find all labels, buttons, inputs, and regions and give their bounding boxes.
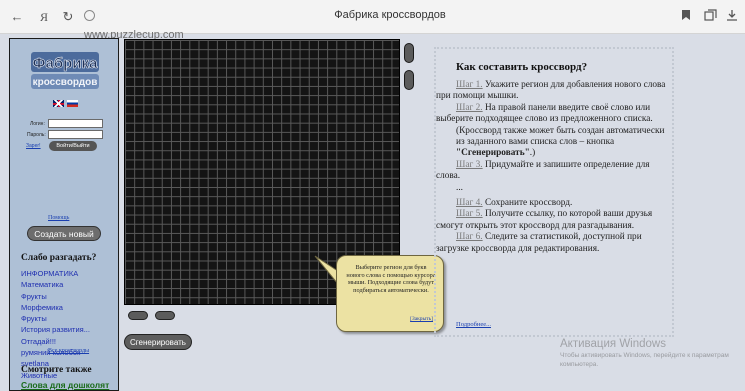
password-input[interactable] [48, 130, 103, 139]
grid-expand-left-handle[interactable] [155, 311, 175, 320]
page-tab-title: Фабрика кроссвордов [334, 9, 446, 21]
tooltip: Выберите регион для букв нового слова с … [314, 255, 444, 332]
crossword-link[interactable]: Фрукты [21, 313, 117, 324]
create-new-button[interactable]: Создать новый [27, 226, 101, 241]
weak-to-solve-heading: Слабо разгадать? [21, 253, 97, 263]
step-1-link[interactable]: Шаг 1. [436, 80, 483, 90]
crossword-link[interactable]: ИНФОРМАТИКА [21, 268, 117, 279]
grid-shrink-up-handle[interactable] [404, 70, 414, 90]
bookmark-icon[interactable] [678, 9, 694, 25]
windows-activation-title: Активация Windows [560, 338, 666, 350]
crossword-link[interactable]: История развития... [21, 324, 117, 335]
step-2-link[interactable]: Шаг 2. [436, 103, 483, 113]
login-label: Логин: [30, 121, 45, 127]
crossword-link[interactable]: Отгадай!!! [21, 336, 117, 347]
help-link[interactable]: Помощь [48, 215, 69, 221]
tooltip-text: Выберите регион для букв нового слова с … [346, 264, 436, 295]
yandex-logo-icon[interactable]: Я [36, 9, 52, 25]
step-6-link[interactable]: Шаг 6. [436, 232, 483, 242]
login-input[interactable] [48, 119, 103, 128]
step-4: Шаг 4. Сохраните кроссворд. [436, 198, 672, 209]
more-link[interactable]: Подробнее... [456, 321, 491, 328]
logo-text-top: Фабрика [33, 55, 98, 72]
logo-text-bottom: кроссвордов [33, 77, 98, 88]
password-label: Пароль: [27, 132, 46, 138]
crossword-link[interactable]: Фрукты [21, 291, 117, 302]
step-3: Шаг 3. Придумайте и запишите определение… [436, 159, 650, 182]
preschool-words-link[interactable]: Слова для дошколят [21, 380, 109, 390]
windows-activation-text: Чтобы активировать Windows, перейдите к … [560, 352, 729, 368]
collections-icon[interactable] [702, 9, 718, 25]
back-arrow-icon[interactable]: ← [9, 9, 25, 25]
step-6: Шаг 6. Следите за статистикой, доступной… [436, 232, 642, 254]
all-crosswords-link[interactable]: Все кроссворды [48, 348, 89, 354]
step-5-link[interactable]: Шаг 5. [436, 209, 483, 219]
russian-flag-icon[interactable] [67, 100, 78, 107]
crossword-link[interactable]: Морфемика [21, 302, 117, 313]
english-flag-icon[interactable] [53, 100, 64, 107]
instructions-body: Шаг 1. Укажите регион для добавления нов… [436, 80, 672, 255]
site-logo[interactable]: Фабрика кроссвордов [24, 47, 106, 97]
browser-toolbar: ← Я ↻ www.puzzlecup.com Фабрика кроссвор… [0, 0, 745, 41]
tooltip-close-link[interactable]: [Закрыть] [410, 316, 433, 324]
see-also-heading: Смотрите также [21, 365, 92, 375]
reload-icon[interactable]: ↻ [60, 9, 76, 25]
tooltip-box: Выберите регион для букв нового слова с … [336, 255, 444, 332]
step-3-link[interactable]: Шаг 3. [436, 160, 483, 170]
generate-note: (Кроссворд также может быть создан автом… [456, 125, 665, 159]
step-2: Шаг 2. На правой панели введите своё сло… [436, 102, 653, 125]
address-bar[interactable]: www.puzzlecup.com [84, 8, 194, 41]
register-link[interactable]: Зарег! [26, 143, 41, 149]
grid-shrink-left-handle[interactable] [128, 311, 148, 320]
login-button[interactable]: Войти/Выйти [49, 141, 97, 151]
language-switcher [53, 100, 79, 108]
step-5: Шаг 5. Получите ссылку, по которой ваши … [436, 209, 653, 231]
download-icon[interactable] [724, 9, 740, 25]
generate-button[interactable]: Сгенерировать [124, 334, 192, 350]
step-1: Шаг 1. Укажите регион для добавления нов… [436, 80, 666, 102]
grid-expand-up-handle[interactable] [404, 43, 414, 63]
globe-icon [84, 10, 95, 21]
instructions-panel: Как составить кроссворд? Шаг 1. Укажите … [434, 47, 674, 337]
instructions-title: Как составить кроссворд? [456, 61, 588, 73]
crossword-link[interactable]: Математика [21, 279, 117, 290]
step-4-link[interactable]: Шаг 4. [436, 198, 483, 208]
ellipsis: ... [456, 182, 463, 193]
left-sidebar: Фабрика кроссвордов Логин: Пароль: Зарег… [9, 38, 119, 391]
